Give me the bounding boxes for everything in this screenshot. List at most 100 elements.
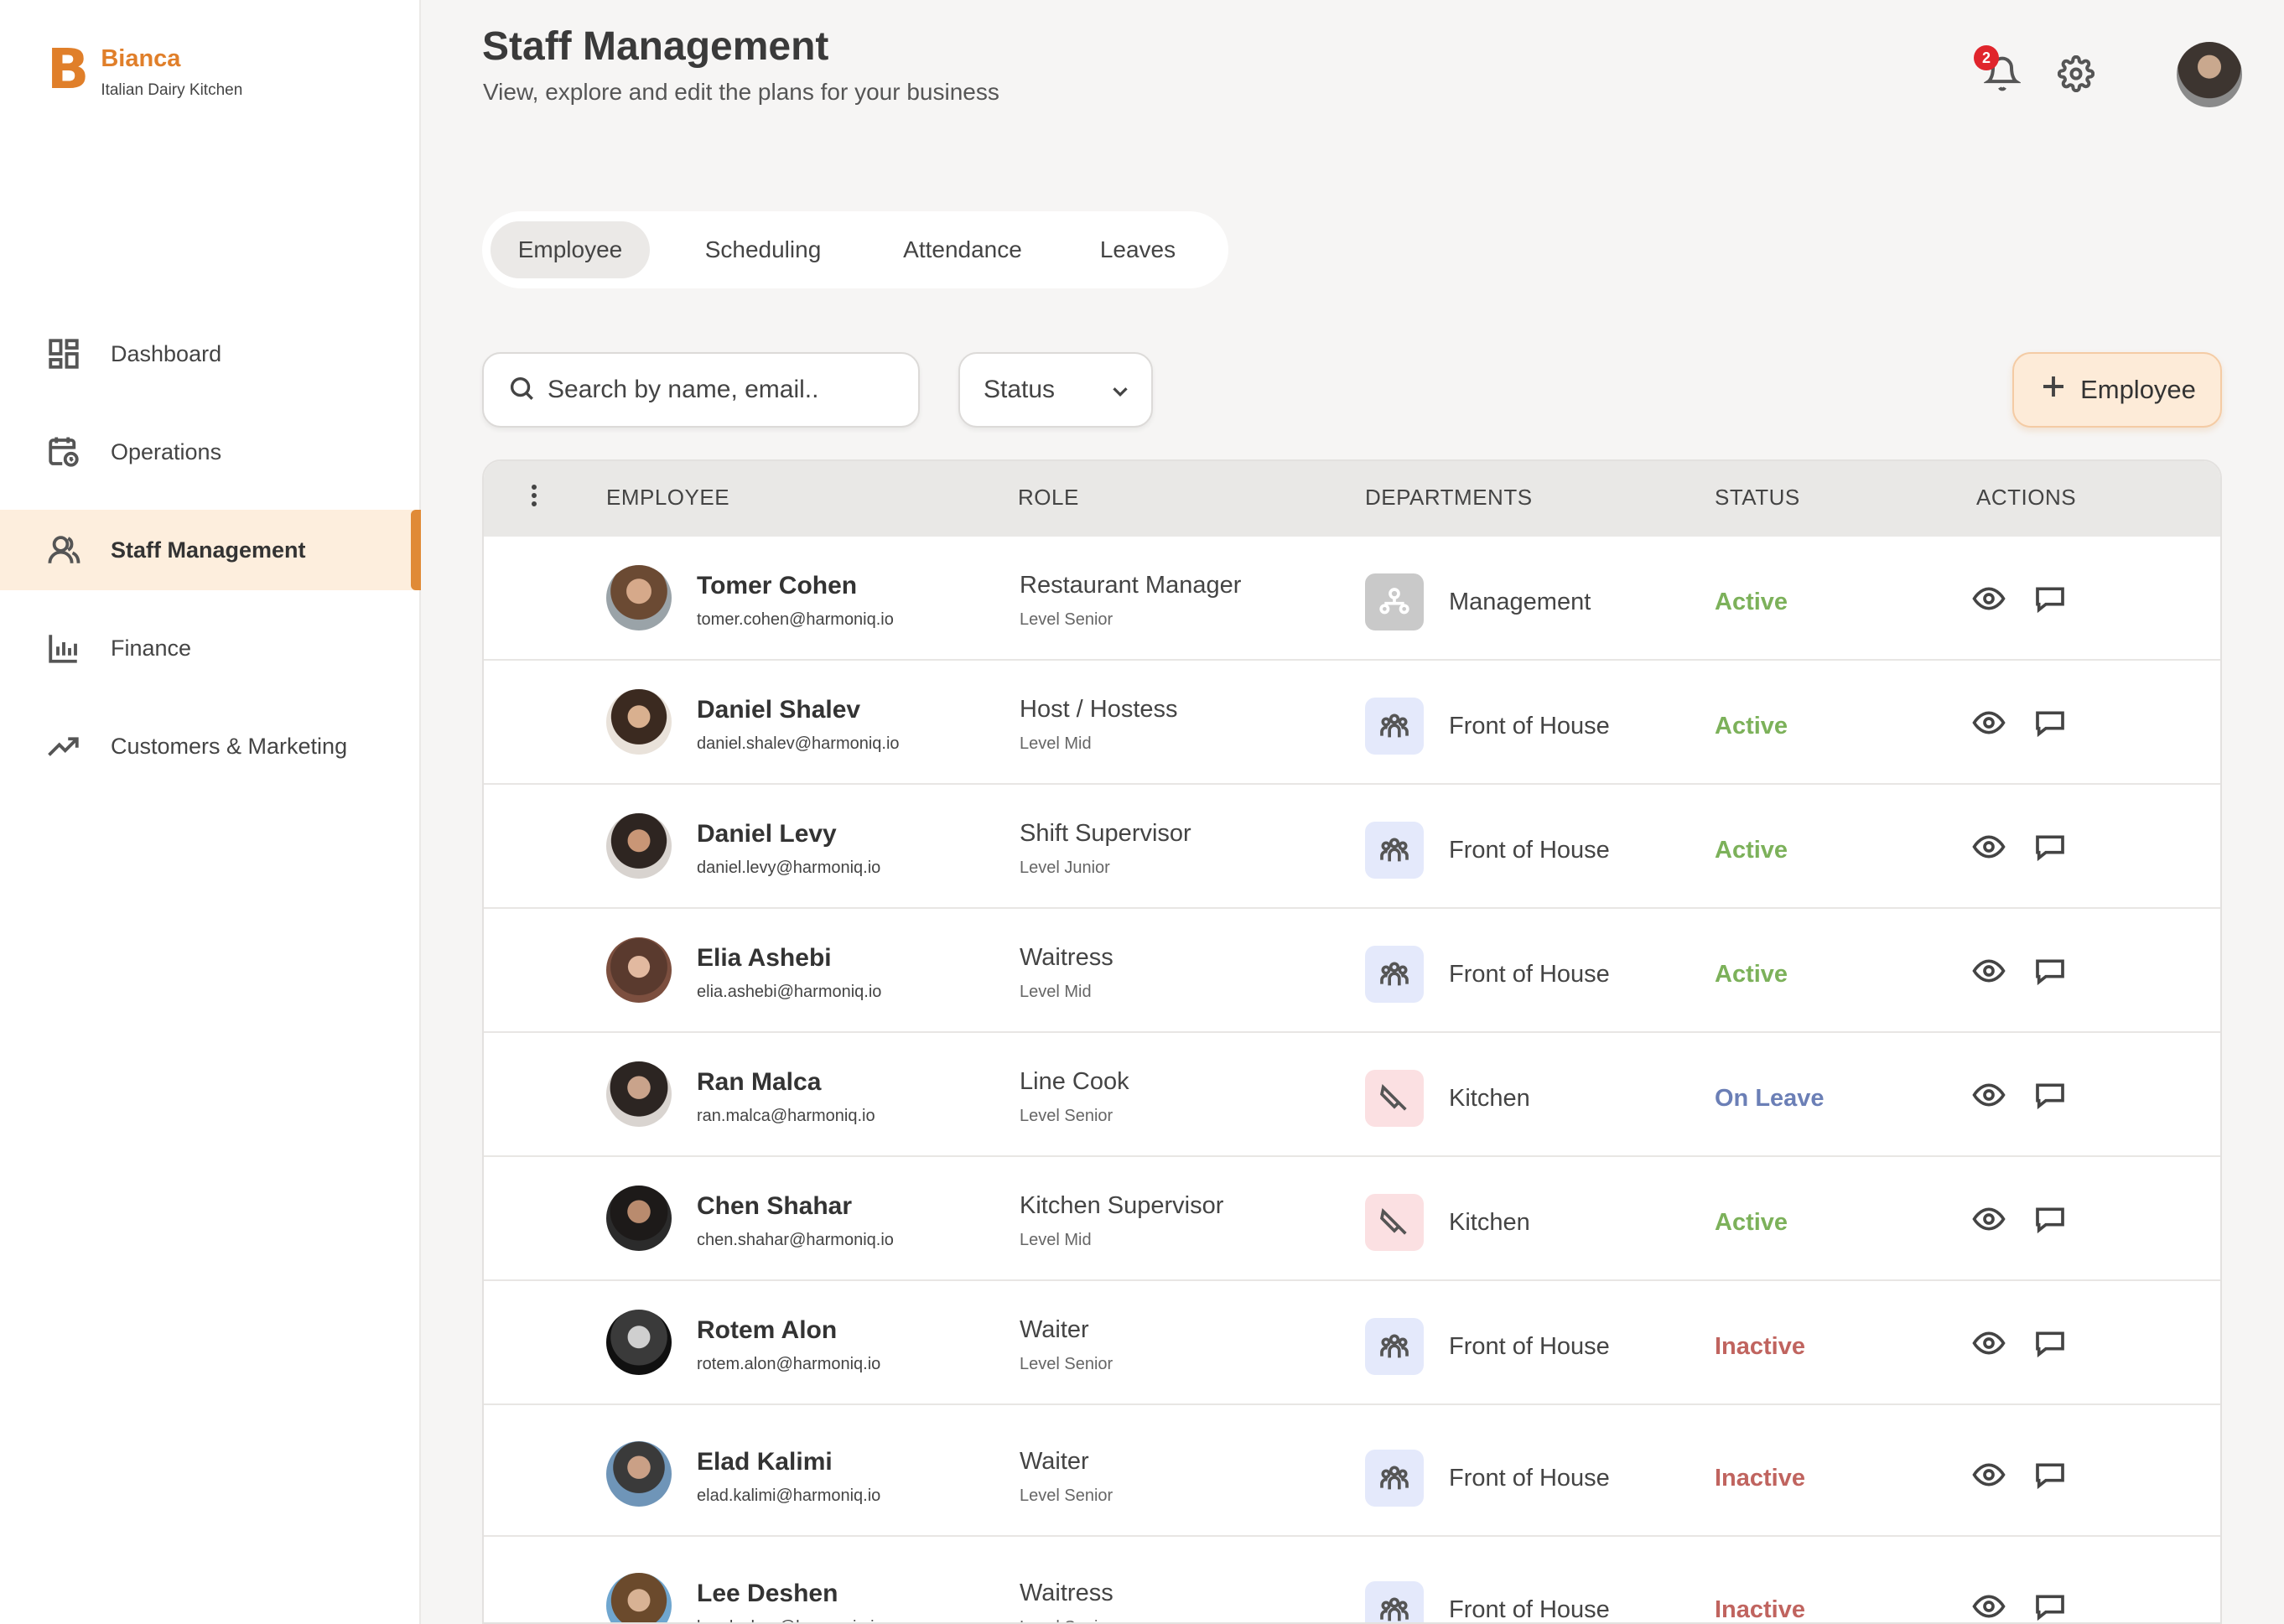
- employee-name[interactable]: Elia Ashebi: [697, 944, 832, 973]
- search-icon: [507, 374, 548, 407]
- view-button[interactable]: [1970, 1590, 2007, 1623]
- view-button[interactable]: [1970, 1326, 2007, 1363]
- table-row[interactable]: Elia Ashebi elia.ashebi@harmoniq.io Waitre…: [484, 909, 2220, 1033]
- eye-icon: [1972, 1326, 2006, 1364]
- table-row[interactable]: Daniel Shalev daniel.shalev@harmoniq.io Ho…: [484, 661, 2220, 785]
- chat-icon: [2033, 954, 2067, 992]
- view-button[interactable]: [1970, 582, 2007, 619]
- department-name: Front of House: [1449, 1333, 1610, 1360]
- employee-level: Level Senior: [1020, 1107, 1113, 1125]
- message-button[interactable]: [2032, 830, 2069, 867]
- tab-bar: Employee Scheduling Attendance Leaves: [482, 211, 1228, 288]
- department-name: Front of House: [1449, 837, 1610, 864]
- employee-name[interactable]: Lee Deshen: [697, 1580, 838, 1608]
- employee-name[interactable]: Tomer Cohen: [697, 572, 857, 600]
- message-button[interactable]: [2032, 954, 2069, 991]
- message-button[interactable]: [2032, 1458, 2069, 1495]
- table-row[interactable]: Elad Kalimi elad.kalimi@harmoniq.io Waiter…: [484, 1413, 2220, 1537]
- table-header: EMPLOYEE ROLE DEPARTMENTS STATUS ACTIONS: [484, 461, 2220, 537]
- view-button[interactable]: [1970, 954, 2007, 991]
- users-icon: [45, 532, 82, 568]
- employee-name[interactable]: Rotem Alon: [697, 1316, 837, 1345]
- employee-role: Shift Supervisor: [1020, 820, 1191, 847]
- status-badge: Inactive: [1715, 1596, 1805, 1623]
- status-badge: Active: [1715, 1209, 1788, 1236]
- sidebar-item-operations[interactable]: Operations: [0, 412, 421, 492]
- message-button[interactable]: [2032, 582, 2069, 619]
- tab-scheduling[interactable]: Scheduling: [650, 221, 876, 278]
- brand[interactable]: B Bianca Italian Dairy Kitchen: [47, 37, 243, 101]
- employee-level: Level Junior: [1020, 859, 1110, 877]
- view-button[interactable]: [1970, 830, 2007, 867]
- employee-name[interactable]: Chen Shahar: [697, 1192, 852, 1221]
- status-badge: Active: [1715, 589, 1788, 615]
- tab-employee[interactable]: Employee: [491, 221, 650, 278]
- sidebar: B Bianca Italian Dairy Kitchen Dashboard…: [0, 0, 421, 1624]
- table-row[interactable]: Rotem Alon rotem.alon@harmoniq.io Waiter Le…: [484, 1281, 2220, 1405]
- sidebar-item-label: Staff Management: [111, 537, 306, 563]
- message-button[interactable]: [2032, 1590, 2069, 1622]
- header-status: STATUS: [1715, 485, 1800, 510]
- employee-name[interactable]: Daniel Shalev: [697, 696, 860, 724]
- message-button[interactable]: [2032, 706, 2069, 743]
- add-employee-button[interactable]: Employee: [2012, 352, 2222, 428]
- employee-level: Level Senior: [1020, 1355, 1113, 1373]
- employee-avatar: [606, 813, 672, 879]
- chat-icon: [2033, 1326, 2067, 1364]
- employee-name[interactable]: Daniel Levy: [697, 820, 837, 848]
- knife-icon: [1365, 1070, 1424, 1127]
- kebab-menu-icon[interactable]: [526, 481, 542, 515]
- message-button[interactable]: [2032, 1326, 2069, 1363]
- sidebar-item-customers-marketing[interactable]: Customers & Marketing: [0, 706, 421, 786]
- employee-avatar: [606, 565, 672, 630]
- message-button[interactable]: [2032, 1078, 2069, 1115]
- view-button[interactable]: [1970, 706, 2007, 743]
- add-employee-label: Employee: [2080, 375, 2196, 404]
- employee-avatar: [606, 689, 672, 755]
- search-input[interactable]: [548, 376, 900, 404]
- sidebar-item-label: Customers & Marketing: [111, 733, 348, 759]
- employee-level: Level Senior: [1020, 1487, 1113, 1505]
- chat-icon: [2033, 1458, 2067, 1496]
- page-title: Staff Management: [482, 24, 829, 69]
- view-button[interactable]: [1970, 1202, 2007, 1239]
- employee-avatar: [606, 937, 672, 1003]
- employee-email: rotem.alon@harmoniq.io: [697, 1355, 881, 1373]
- employee-name[interactable]: Elad Kalimi: [697, 1448, 833, 1476]
- table-row[interactable]: Lee Deshen lee.deshen@harmoniq.io Waitress…: [484, 1544, 2220, 1623]
- table-row[interactable]: Ran Malca ran.malca@harmoniq.io Line Cook L…: [484, 1033, 2220, 1157]
- tab-attendance[interactable]: Attendance: [876, 221, 1049, 278]
- department-name: Front of House: [1449, 1596, 1610, 1623]
- table-row[interactable]: Chen Shahar chen.shahar@harmoniq.io Kitche…: [484, 1157, 2220, 1281]
- employee-avatar: [606, 1310, 672, 1375]
- chat-icon: [2033, 582, 2067, 620]
- employee-role: Host / Hostess: [1020, 696, 1178, 723]
- employee-level: Level Mid: [1020, 983, 1092, 1001]
- status-badge: Inactive: [1715, 1465, 1805, 1492]
- calendar-clock-icon: [45, 433, 82, 470]
- user-avatar[interactable]: [2177, 42, 2242, 107]
- eye-icon: [1972, 582, 2006, 620]
- employee-email: elia.ashebi@harmoniq.io: [697, 983, 882, 1001]
- knife-icon: [1365, 1194, 1424, 1251]
- brand-subtitle: Italian Dairy Kitchen: [101, 81, 243, 99]
- brand-logo: B: [47, 37, 90, 101]
- message-button[interactable]: [2032, 1202, 2069, 1239]
- sidebar-item-staff-management[interactable]: Staff Management: [0, 510, 421, 590]
- people-group-icon: [1365, 946, 1424, 1003]
- employee-avatar: [606, 1573, 672, 1622]
- chat-icon: [2033, 706, 2067, 744]
- table-row[interactable]: Daniel Levy daniel.levy@harmoniq.io Shift …: [484, 785, 2220, 909]
- sidebar-item-finance[interactable]: Finance: [0, 608, 421, 688]
- eye-icon: [1972, 1590, 2006, 1623]
- view-button[interactable]: [1970, 1078, 2007, 1115]
- tab-leaves[interactable]: Leaves: [1049, 221, 1227, 278]
- gear-icon: [2057, 54, 2095, 96]
- sidebar-item-dashboard[interactable]: Dashboard: [0, 314, 421, 394]
- table-row[interactable]: Tomer Cohen tomer.cohen@harmoniq.io Restau…: [484, 537, 2220, 661]
- employee-name[interactable]: Ran Malca: [697, 1068, 821, 1097]
- view-button[interactable]: [1970, 1458, 2007, 1495]
- status-filter-select[interactable]: Status: [958, 352, 1153, 428]
- settings-button[interactable]: [2053, 52, 2100, 99]
- eye-icon: [1972, 1078, 2006, 1116]
